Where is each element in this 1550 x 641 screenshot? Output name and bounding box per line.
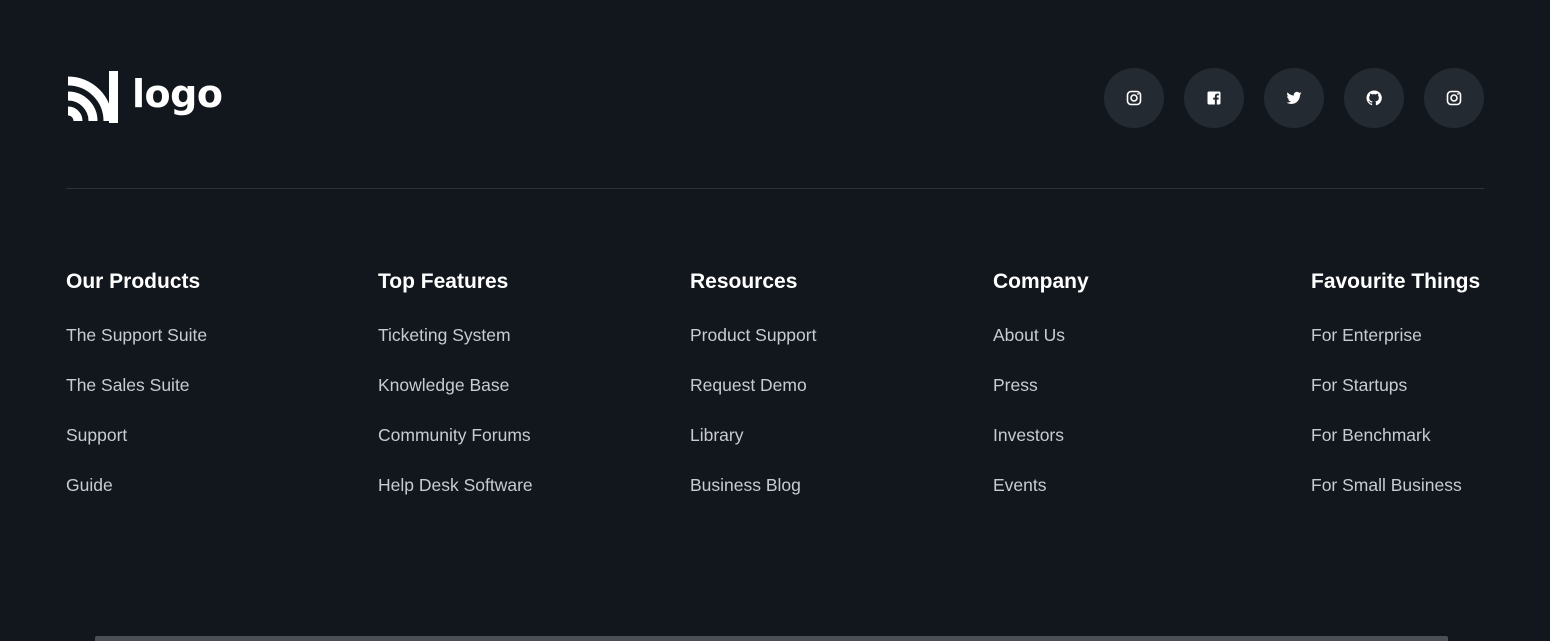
footer-column-favourite-things: Favourite Things For Enterprise For Star… [1311,266,1480,522]
footer-link[interactable]: Request Demo [690,372,816,398]
footer-link[interactable]: Library [690,422,816,448]
column-heading: Top Features [378,270,509,293]
footer-link[interactable]: Business Blog [690,472,816,498]
instagram-button-2[interactable] [1424,68,1484,128]
footer-link[interactable]: For Benchmark [1311,422,1480,448]
footer-link[interactable]: Community Forums [378,422,533,448]
column-heading: Favourite Things [1311,270,1481,293]
footer-link[interactable]: Product Support [690,322,816,348]
footer-link[interactable]: Investors [993,422,1089,448]
column-heading: Company [993,270,1089,293]
facebook-button[interactable] [1184,68,1244,128]
footer-divider [66,188,1484,189]
footer-link[interactable]: For Enterprise [1311,322,1480,348]
twitter-button[interactable] [1264,68,1324,128]
footer-link[interactable]: Support [66,422,207,448]
footer-link[interactable]: Press [993,372,1089,398]
footer-link[interactable]: For Small Business [1311,472,1480,498]
github-icon [1366,90,1382,106]
github-button[interactable] [1344,68,1404,128]
footer-link[interactable]: For Startups [1311,372,1480,398]
footer-column-our-products: Our Products The Support Suite The Sales… [66,266,207,522]
footer-link[interactable]: Knowledge Base [378,372,533,398]
horizontal-scrollbar[interactable] [95,636,1448,641]
instagram-icon [1446,90,1462,106]
footer-column-resources: Resources Product Support Request Demo L… [690,266,816,522]
footer-link[interactable]: Guide [66,472,207,498]
footer-column-company: Company About Us Press Investors Events [993,266,1089,522]
footer-link[interactable]: Ticketing System [378,322,533,348]
facebook-icon [1207,91,1221,105]
logo-mark-icon [67,71,118,123]
instagram-icon [1126,90,1142,106]
footer-link[interactable]: The Support Suite [66,322,207,348]
logo[interactable]: logo [66,70,223,124]
instagram-button[interactable] [1104,68,1164,128]
footer-link[interactable]: About Us [993,322,1089,348]
twitter-icon [1286,91,1302,105]
column-heading: Resources [690,270,798,293]
logo-text: logo [132,72,223,116]
footer-link[interactable]: Help Desk Software [378,472,533,498]
footer-column-top-features: Top Features Ticketing System Knowledge … [378,266,533,522]
footer-link[interactable]: Events [993,472,1089,498]
column-heading: Our Products [66,270,201,293]
footer-link[interactable]: The Sales Suite [66,372,207,398]
social-links [1104,68,1484,128]
